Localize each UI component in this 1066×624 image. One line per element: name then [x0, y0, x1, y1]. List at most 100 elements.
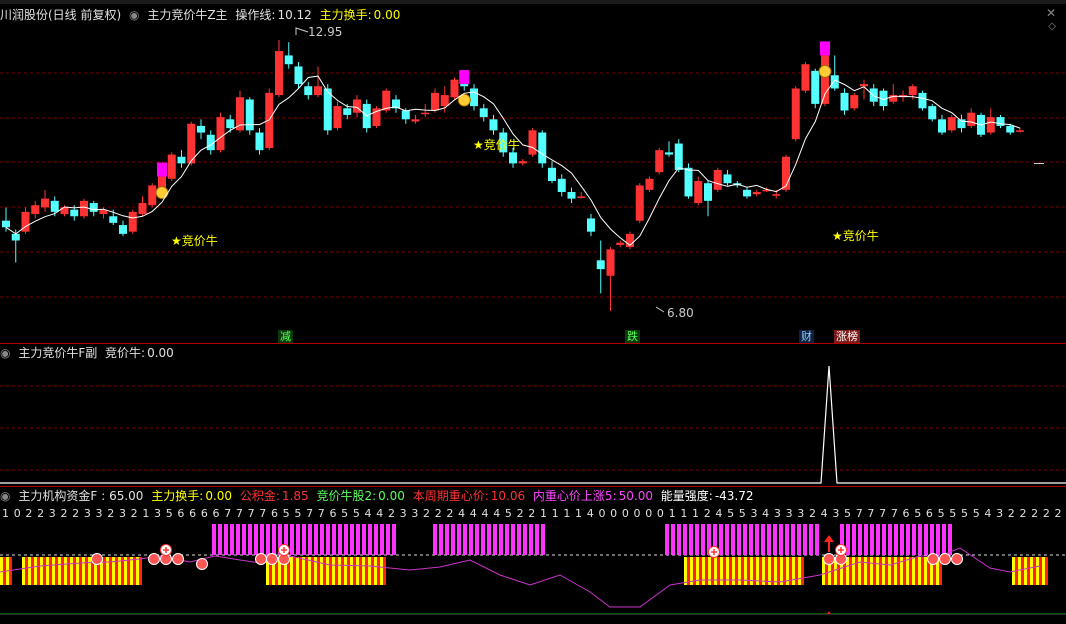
event-tag-finance[interactable]: 财 — [799, 330, 814, 343]
candle-body — [509, 152, 517, 164]
chevron-down-icon[interactable]: ◉ — [0, 489, 10, 503]
magenta-bar — [224, 524, 228, 555]
stripe-red — [711, 557, 714, 585]
stripe-yellow — [894, 557, 897, 585]
candle-body — [119, 225, 127, 234]
magenta-bar — [797, 524, 801, 555]
magenta-bar — [433, 524, 437, 555]
stripe-red — [909, 557, 912, 585]
stock-title[interactable]: 川润股份(日线 前复权) — [0, 8, 121, 22]
candle-body — [684, 167, 693, 197]
candle-body — [197, 125, 205, 133]
stripe-red — [1027, 557, 1030, 585]
magenta-bar — [840, 524, 844, 555]
candle-body — [811, 70, 820, 104]
magenta-bar — [803, 524, 807, 555]
sub1-header: ◉ 主力竞价牛F副 竞价牛: 0.00 — [0, 346, 178, 361]
stripe-yellow — [798, 557, 801, 585]
stripe-yellow — [22, 557, 25, 585]
event-tag-rise-list[interactable]: 涨榜 — [834, 330, 860, 343]
close-icon[interactable]: ✕ — [1046, 6, 1056, 20]
stripe-red — [377, 557, 380, 585]
magenta-bar — [719, 524, 723, 555]
main-indicator-name[interactable]: 主力竞价牛Z主 — [147, 8, 227, 22]
stripe-red — [939, 557, 942, 585]
purple-line — [0, 547, 1041, 608]
red-ball-icon — [172, 553, 184, 565]
candle-body — [665, 152, 673, 155]
stripe-red — [121, 557, 124, 585]
sub2-indicator-name[interactable]: 主力机构资金F — [18, 489, 97, 503]
stripe-red — [921, 557, 924, 585]
candle-body — [148, 185, 157, 206]
plus-ball-icon — [160, 544, 172, 556]
stripe-red — [915, 557, 918, 585]
candle-body — [226, 119, 235, 129]
magenta-bar — [344, 524, 348, 555]
low-price-label: 6.80 — [667, 306, 694, 320]
stripe-red — [933, 557, 936, 585]
magenta-bar — [362, 524, 366, 555]
stripe-yellow — [864, 557, 867, 585]
magenta-bar — [858, 524, 862, 555]
plus-ball-icon — [278, 544, 290, 556]
stripe-red — [861, 557, 864, 585]
stripe-yellow — [834, 557, 837, 585]
chevron-down-icon[interactable]: ◉ — [0, 346, 10, 360]
candle-body — [255, 132, 264, 151]
stripe-red — [305, 557, 308, 585]
stripe-red — [371, 557, 374, 585]
stripe-yellow — [900, 557, 903, 585]
magenta-bar — [815, 524, 819, 555]
signal-coin-icon — [818, 64, 832, 78]
candle-body — [70, 209, 79, 217]
magenta-bar — [665, 524, 669, 555]
stripe-yellow — [70, 557, 73, 585]
cycle-label: 本周期重心价: — [412, 489, 489, 503]
price-marker — [1034, 163, 1044, 164]
magenta-bar — [248, 524, 252, 555]
stripe-yellow — [882, 557, 885, 585]
op-line-label: 操作线: — [235, 8, 276, 22]
magenta-bar — [677, 524, 681, 555]
stripe-red — [687, 557, 690, 585]
stripe-yellow — [684, 557, 687, 585]
candle-body — [743, 189, 751, 197]
stripe-red — [323, 557, 326, 585]
magenta-bar — [541, 524, 545, 555]
event-tag-fall[interactable]: 跌 — [625, 330, 640, 343]
magenta-bar — [272, 524, 276, 555]
candle-body — [772, 194, 781, 196]
main-price-chart[interactable] — [0, 0, 1066, 342]
diamond-icon[interactable]: ◇ — [1048, 20, 1056, 34]
gongji-value: 1.85 — [281, 489, 309, 503]
stripe-yellow — [6, 557, 9, 585]
magenta-bar — [350, 524, 354, 555]
magenta-bar — [439, 524, 443, 555]
chevron-down-icon[interactable]: ◉ — [129, 8, 139, 22]
candle-body — [752, 192, 761, 195]
stripe-red — [25, 557, 28, 585]
stripe-yellow — [82, 557, 85, 585]
event-tag-reduce[interactable]: 减 — [278, 330, 293, 343]
candle-body — [460, 84, 469, 87]
stripe-yellow — [846, 557, 849, 585]
stripe-red — [843, 557, 846, 585]
candle-body — [216, 117, 225, 151]
magenta-bar — [852, 524, 856, 555]
magenta-bar — [761, 524, 765, 555]
stripe-red — [49, 557, 52, 585]
stripe-yellow — [1030, 557, 1033, 585]
stripe-yellow — [34, 557, 37, 585]
stripe-yellow — [924, 557, 927, 585]
stripe-red — [801, 557, 804, 585]
red-ball-icon — [951, 553, 963, 565]
candle-body — [314, 86, 322, 96]
sub1-indicator-name[interactable]: 主力竞价牛F副 — [18, 346, 97, 360]
magenta-bar — [445, 524, 449, 555]
candle-body — [869, 88, 878, 102]
magenta-bar — [767, 524, 771, 555]
candle-body — [918, 92, 927, 109]
stripe-yellow — [876, 557, 879, 585]
magenta-bar — [535, 524, 539, 555]
